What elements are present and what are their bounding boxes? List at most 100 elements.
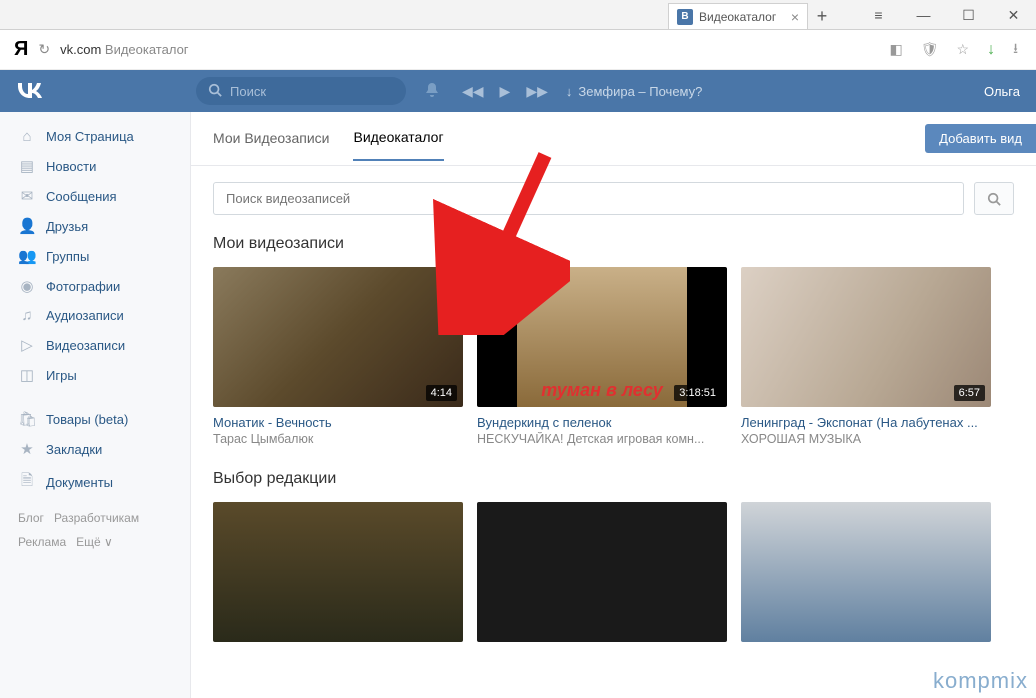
sidebar-item-bookmarks[interactable]: ★ Закладки	[8, 434, 182, 464]
video-title: Ленинград - Экспонат (На лабутенах ...	[741, 415, 991, 430]
reader-icon[interactable]: ◧	[886, 41, 907, 58]
shield-icon[interactable]: 🛡	[917, 41, 943, 58]
section-editor-choice-title: Выбор редакции	[213, 470, 1014, 488]
section-my-videos-title: Мои видеозаписи	[213, 235, 1014, 253]
content: Мои Видеозаписи Видеокаталог Добавить ви…	[190, 112, 1036, 698]
sidebar-item-documents[interactable]: 🗎Документы	[8, 464, 182, 501]
video-author: НЕСКУЧАЙКА! Детская игровая комн...	[477, 432, 727, 446]
sidebar-item-label: Товары (beta)	[46, 412, 128, 427]
footer-link-developers[interactable]: Разработчикам	[54, 511, 139, 525]
user-name[interactable]: Ольга	[984, 84, 1020, 99]
sidebar: ⌂ Моя Страница ▤Новости ✉ Сообщения 👤Друзь…	[0, 112, 190, 698]
tabs-row: Мои Видеозаписи Видеокаталог Добавить ви…	[191, 112, 1036, 166]
media-controls: ◀◀ ▶ ▶▶	[458, 83, 552, 100]
yandex-logo[interactable]: Я	[14, 38, 28, 61]
watermark: kompmix	[933, 668, 1028, 694]
window-maximize-button[interactable]: ☐	[946, 1, 991, 29]
video-author: Тарас Цымбалюк	[213, 432, 463, 446]
groups-icon: 👥	[18, 247, 36, 265]
sidebar-item-my-page[interactable]: ⌂ Моя Страница	[8, 122, 182, 151]
sidebar-item-news[interactable]: ▤Новости	[8, 151, 182, 181]
sidebar-item-label: Закладки	[46, 442, 102, 457]
bag-icon: 🛍	[18, 410, 36, 428]
next-track-icon[interactable]: ▶▶	[522, 83, 552, 100]
sidebar-item-photos[interactable]: ◉ Фотографии	[8, 271, 182, 301]
video-duration: 4:14	[426, 385, 457, 401]
new-tab-button[interactable]: +	[808, 3, 836, 29]
add-video-button[interactable]: Добавить вид	[925, 124, 1036, 153]
video-grid-editor	[213, 502, 1014, 642]
tab-my-videos[interactable]: Мои Видеозаписи	[213, 130, 329, 160]
video-card[interactable]	[213, 502, 463, 642]
sidebar-item-games[interactable]: ◫Игры	[8, 360, 182, 390]
video-thumbnail: 4:14	[213, 267, 463, 407]
sidebar-item-audio[interactable]: ♫Аудиозаписи	[8, 301, 182, 330]
reload-icon[interactable]: ↻	[38, 41, 50, 58]
window-history-button[interactable]: ≡	[856, 1, 901, 29]
footer-link-more[interactable]: Ещё ∨	[76, 535, 113, 549]
video-thumbnail	[741, 502, 991, 642]
sidebar-item-goods[interactable]: 🛍 Товары (beta)	[8, 404, 182, 434]
vk-logo[interactable]	[16, 78, 182, 104]
home-icon: ⌂	[18, 128, 36, 145]
window-close-button[interactable]: ✕	[991, 1, 1036, 29]
prev-track-icon[interactable]: ◀◀	[458, 83, 488, 100]
video-search-button[interactable]	[974, 182, 1014, 215]
bookmark-icon: ★	[18, 440, 36, 458]
video-thumbnail: туман в лесу 3:18:51	[477, 267, 727, 407]
camera-icon: ◉	[18, 277, 36, 295]
video-duration: 6:57	[954, 385, 985, 401]
video-thumbnail	[477, 502, 727, 642]
url-domain: vk.com	[60, 42, 101, 57]
sidebar-item-label: Сообщения	[46, 189, 117, 204]
video-icon: ▷	[18, 336, 36, 354]
video-duration: 3:18:51	[674, 385, 721, 401]
sidebar-item-label: Видеозаписи	[46, 338, 125, 353]
video-thumbnail: 6:57	[741, 267, 991, 407]
sidebar-footer: Блог Разработчикам Реклама Ещё ∨	[8, 501, 182, 559]
footer-link-ads[interactable]: Реклама	[18, 535, 66, 549]
video-author: ХОРОШАЯ МУЗЫКА	[741, 432, 991, 446]
browser-tab[interactable]: В Видеокаталог ×	[668, 3, 808, 29]
sidebar-item-friends[interactable]: 👤Друзья	[8, 211, 182, 241]
bookmark-star-icon[interactable]: ☆	[953, 41, 974, 58]
messages-icon: ✉	[18, 187, 36, 205]
downloads-list-icon[interactable]: ⭳	[1009, 38, 1022, 62]
video-card[interactable]: 6:57 Ленинград - Экспонат (На лабутенах …	[741, 267, 991, 446]
vk-favicon: В	[677, 9, 693, 25]
sidebar-item-messages[interactable]: ✉ Сообщения	[8, 181, 182, 211]
video-grid: 4:14 Монатик - Вечность Тарас Цымбалюк т…	[213, 267, 1014, 446]
now-playing[interactable]: ↓ Земфира – Почему?	[566, 84, 703, 99]
sidebar-item-label: Группы	[46, 249, 89, 264]
tab-title: Видеокаталог	[699, 10, 776, 24]
sidebar-item-label: Документы	[46, 475, 113, 490]
vk-header: Поиск ◀◀ ▶ ▶▶ ↓ Земфира – Почему? Ольга	[0, 70, 1036, 112]
sidebar-item-label: Моя Страница	[46, 129, 134, 144]
video-card[interactable]	[477, 502, 727, 642]
tab-video-catalog[interactable]: Видеокаталог	[353, 129, 443, 161]
play-icon[interactable]: ▶	[496, 83, 515, 100]
vk-search[interactable]: Поиск	[196, 77, 406, 105]
window-minimize-button[interactable]: —	[901, 1, 946, 29]
video-card[interactable]: 4:14 Монатик - Вечность Тарас Цымбалюк	[213, 267, 463, 446]
video-card[interactable]: туман в лесу 3:18:51 Вундеркинд с пелено…	[477, 267, 727, 446]
sidebar-item-groups[interactable]: 👥 Группы	[8, 241, 182, 271]
download-track-icon[interactable]: ↓	[566, 84, 573, 99]
video-card[interactable]	[741, 502, 991, 642]
url-display[interactable]: vk.com Видеокаталог	[60, 42, 188, 57]
search-icon	[987, 192, 1001, 206]
sidebar-item-label: Новости	[46, 159, 96, 174]
video-title: Монатик - Вечность	[213, 415, 463, 430]
sidebar-item-video[interactable]: ▷ Видеозаписи	[8, 330, 182, 360]
browser-tabbar: В Видеокаталог × + ≡ — ☐ ✕	[0, 0, 1036, 30]
sidebar-item-label: Друзья	[46, 219, 88, 234]
notifications-icon[interactable]	[420, 82, 444, 101]
search-placeholder: Поиск	[230, 84, 266, 99]
video-title: Вундеркинд с пеленок	[477, 415, 727, 430]
footer-link-blog[interactable]: Блог	[18, 511, 44, 525]
sidebar-item-label: Фотографии	[46, 279, 120, 294]
video-search-input[interactable]	[213, 182, 964, 215]
video-thumbnail	[213, 502, 463, 642]
download-icon[interactable]: ↓	[983, 41, 999, 59]
close-tab-icon[interactable]: ×	[791, 9, 799, 25]
